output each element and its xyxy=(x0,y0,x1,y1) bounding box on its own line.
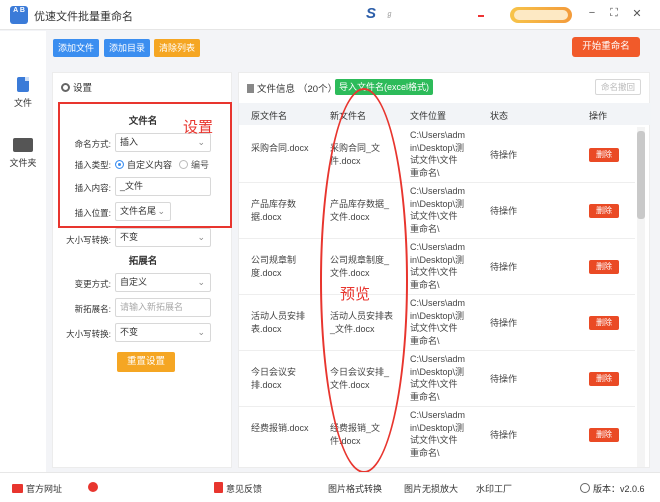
delete-button[interactable]: 删除 xyxy=(589,260,619,274)
feedback-link[interactable]: 意见反馈 xyxy=(214,482,262,495)
sidebar-item-label: 文件夹 xyxy=(9,158,37,168)
reset-settings-button[interactable]: 重置设置 xyxy=(117,352,175,372)
sidebar-item-file[interactable]: 文件 xyxy=(0,77,46,109)
table-row[interactable]: 采购合同.docx 采购合同_文件.docx C:\Users\admin\De… xyxy=(239,127,635,183)
location-cell: C:\Users\admin\Desktop\测试文件\文件重命名\ xyxy=(410,354,466,403)
gear-icon xyxy=(61,83,70,92)
ext-case-label: 大小写转换: xyxy=(66,329,111,339)
website-link[interactable]: 官方网址 xyxy=(12,482,62,495)
table-row[interactable]: 今日会议安排.docx 今日会议安排_文件.docx C:\Users\admi… xyxy=(239,351,635,407)
case-convert-label: 大小写转换: xyxy=(66,235,111,245)
original-name-cell: 今日会议安排.docx xyxy=(251,367,297,390)
location-cell: C:\Users\admin\Desktop\测试文件\文件重命名\ xyxy=(410,130,466,179)
chevron-down-icon: ⌄ xyxy=(197,277,205,287)
chevron-down-icon: ⌄ xyxy=(197,327,205,337)
sidebar-item-label: 文件 xyxy=(13,98,32,108)
preview-annotation-label: 预览 xyxy=(340,286,371,303)
status-cell: 待操作 xyxy=(490,318,518,328)
user-account-pill[interactable] xyxy=(510,7,572,23)
toolbar: 添加文件 添加目录 清除列表 xyxy=(46,31,660,68)
delete-button[interactable]: 删除 xyxy=(589,148,619,162)
sidebar-item-folder[interactable]: 文件夹 xyxy=(0,138,46,169)
delete-button[interactable]: 删除 xyxy=(589,428,619,442)
brand-mark: ℊ xyxy=(386,11,393,18)
image-convert-link[interactable]: 图片格式转换 xyxy=(328,482,382,495)
location-cell: C:\Users\admin\Desktop\测试文件\文件重命名\ xyxy=(410,298,466,347)
import-excel-button[interactable]: 导入文件名(excel格式) xyxy=(335,79,434,95)
table-row[interactable]: 公司规章制度.docx 公司规章制度_文件.docx C:\Users\admi… xyxy=(239,239,635,295)
status-cell: 待操作 xyxy=(490,430,518,440)
app-title: 优速文件批量重命名 xyxy=(34,11,133,23)
clear-list-button[interactable]: 清除列表 xyxy=(154,39,201,57)
ext-case-select[interactable]: 不变 ⌄ xyxy=(115,323,211,342)
watermark-link[interactable]: 水印工厂 xyxy=(476,482,512,495)
pdf-feedback-icon xyxy=(214,482,223,493)
minimize-button[interactable]: − xyxy=(585,7,599,19)
add-folder-button[interactable]: 添加目录 xyxy=(104,39,151,57)
original-name-cell: 经费报销.docx xyxy=(251,423,309,433)
brand-logo-icon: S xyxy=(366,5,377,22)
ext-mode-label: 变更方式: xyxy=(74,279,111,289)
table-row[interactable]: 经费报销.docx 经费报销_文件.docx C:\Users\admin\De… xyxy=(239,407,635,467)
original-name-cell: 采购合同.docx xyxy=(251,143,309,153)
support-icon xyxy=(88,482,98,492)
new-ext-label: 新拓展名: xyxy=(74,304,111,314)
version-info: 版本：v2.0.6 xyxy=(580,482,645,495)
file-icon xyxy=(17,77,29,92)
folder-icon xyxy=(13,138,33,152)
file-info-panel: 文件信息 （20个） 导入文件名(excel格式) 命名撤回 原文件名 新文件名 … xyxy=(238,72,651,468)
col-action: 操作 xyxy=(589,111,608,121)
title-bar: A B 优速文件批量重命名 S ℊ − ⛶ ✕ xyxy=(0,0,660,30)
chevron-down-icon: ⌄ xyxy=(197,232,205,242)
support-link[interactable] xyxy=(88,482,101,493)
status-cell: 待操作 xyxy=(490,374,518,384)
ext-mode-select[interactable]: 自定义 ⌄ xyxy=(115,273,211,292)
rollback-button[interactable]: 命名撤回 xyxy=(595,79,641,95)
status-cell: 待操作 xyxy=(490,150,518,160)
add-file-button[interactable]: 添加文件 xyxy=(53,39,100,57)
col-location: 文件位置 xyxy=(410,111,447,121)
status-cell: 待操作 xyxy=(490,262,518,272)
table-header: 原文件名 新文件名 文件位置 状态 操作 xyxy=(239,103,651,125)
new-ext-input[interactable]: 请输入新拓展名 xyxy=(115,298,211,317)
delete-button[interactable]: 删除 xyxy=(589,372,619,386)
table-row[interactable]: 产品库存数据.docx 产品库存数据_文件.docx C:\Users\admi… xyxy=(239,183,635,239)
original-name-cell: 公司规章制度.docx xyxy=(251,255,297,278)
delete-button[interactable]: 删除 xyxy=(589,316,619,330)
start-rename-button[interactable]: 开始重命名 xyxy=(572,37,640,57)
notification-dash-icon xyxy=(478,15,484,17)
scrollbar-thumb[interactable] xyxy=(637,131,645,219)
location-cell: C:\Users\admin\Desktop\测试文件\文件重命名\ xyxy=(410,242,466,291)
document-icon xyxy=(247,84,254,93)
footer-bar: 官方网址 意见反馈 图片格式转换 图片无损放大 水印工厂 版本：v2.0.6 xyxy=(0,472,660,502)
settings-title: 设置 xyxy=(61,80,92,94)
restore-button[interactable]: ⛶ xyxy=(607,7,621,20)
refresh-icon xyxy=(580,483,590,493)
image-enlarge-link[interactable]: 图片无损放大 xyxy=(404,482,458,495)
settings-annotation-label: 设置 xyxy=(183,119,214,136)
original-name-cell: 活动人员安排表.docx xyxy=(251,311,306,334)
delete-button[interactable]: 删除 xyxy=(589,204,619,218)
original-name-cell: 产品库存数据.docx xyxy=(251,199,297,222)
col-status: 状态 xyxy=(490,111,509,121)
file-count: （20个） xyxy=(298,84,338,95)
file-info-header: 文件信息 （20个） 导入文件名(excel格式) 命名撤回 xyxy=(239,73,651,101)
case-convert-select[interactable]: 不变 ⌄ xyxy=(115,228,211,247)
location-cell: C:\Users\admin\Desktop\测试文件\文件重命名\ xyxy=(410,186,466,235)
website-icon xyxy=(12,484,23,493)
location-cell: C:\Users\admin\Desktop\测试文件\文件重命名\ xyxy=(410,410,466,459)
sidebar: 文件 文件夹 xyxy=(0,31,46,472)
extension-section-title: 拓展名 xyxy=(128,256,158,267)
table-row[interactable]: 活动人员安排表.docx 活动人员安排表_文件.docx C:\Users\ad… xyxy=(239,295,635,351)
app-logo-icon: A B xyxy=(10,6,28,24)
preview-annotation-ellipse xyxy=(320,88,408,473)
file-info-title: 文件信息 （20个） xyxy=(247,81,337,95)
close-button[interactable]: ✕ xyxy=(630,7,644,20)
status-cell: 待操作 xyxy=(490,206,518,216)
col-original-name: 原文件名 xyxy=(251,111,288,121)
